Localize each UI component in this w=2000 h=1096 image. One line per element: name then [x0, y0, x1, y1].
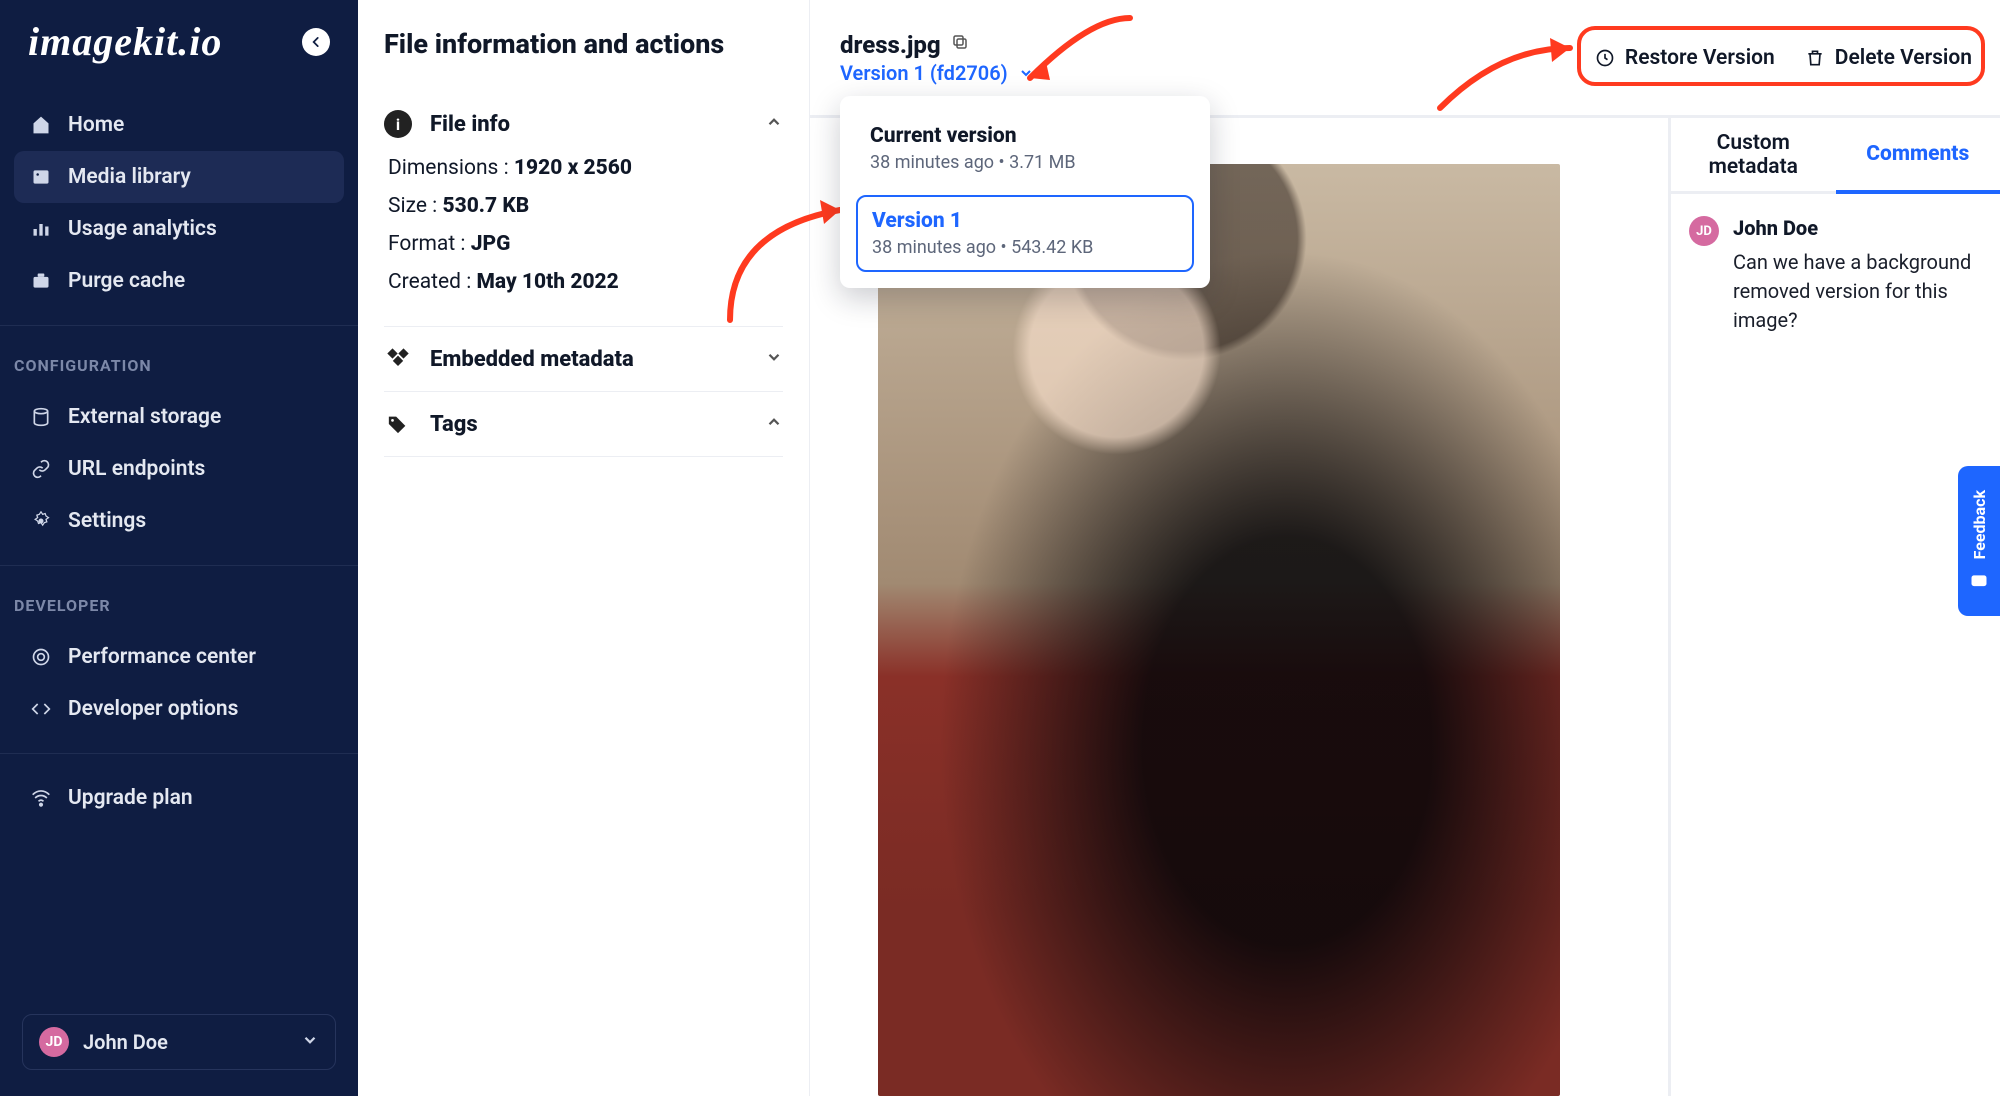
- chat-icon: [1969, 572, 1989, 592]
- section-label: Tags: [430, 412, 747, 437]
- dimensions-row: Dimensions : 1920 x 2560: [388, 156, 783, 180]
- chevron-up-icon: [765, 113, 783, 135]
- chevron-down-icon: [1018, 65, 1034, 81]
- panel-title: File information and actions: [384, 28, 783, 60]
- briefcase-icon: [30, 270, 52, 292]
- storage-icon: [30, 406, 52, 428]
- right-panel: Custom metadata Comments JD John Doe Can…: [1668, 118, 2000, 1096]
- restore-version-button[interactable]: Restore Version: [1595, 46, 1775, 70]
- user-name: John Doe: [83, 1030, 287, 1054]
- metadata-icon: [384, 345, 412, 373]
- collapse-sidebar-button[interactable]: [302, 28, 330, 56]
- version-link-label: Version 1 (fd2706): [840, 61, 1008, 85]
- section-heading-configuration: CONFIGURATION: [0, 336, 358, 383]
- sidebar-item-external-storage[interactable]: External storage: [14, 391, 344, 443]
- action-label: Restore Version: [1625, 46, 1775, 70]
- copy-icon[interactable]: [951, 33, 969, 56]
- section-tags-toggle[interactable]: Tags: [384, 410, 783, 438]
- history-icon: [1595, 48, 1615, 68]
- image-preview[interactable]: [878, 164, 1560, 1096]
- avatar: JD: [1689, 216, 1719, 246]
- chart-icon: [30, 218, 52, 240]
- version-dropdown-trigger[interactable]: Version 1 (fd2706): [840, 61, 1034, 85]
- sidebar-item-label: Performance center: [68, 645, 256, 669]
- sidebar-item-performance[interactable]: Performance center: [14, 631, 344, 683]
- delete-icon: [1805, 48, 1825, 68]
- code-icon: [30, 698, 52, 720]
- size-row: Size : 530.7 KB: [388, 194, 783, 218]
- sidebar-item-label: Home: [68, 113, 124, 137]
- comment-item[interactable]: JD John Doe Can we have a background rem…: [1671, 194, 2000, 357]
- section-file-info-toggle[interactable]: i File info: [384, 110, 783, 138]
- chevron-down-icon: [301, 1031, 319, 1053]
- topbar: dress.jpg Version 1 (fd2706) Restore Ver…: [810, 0, 2000, 118]
- sidebar-item-label: Upgrade plan: [68, 786, 193, 810]
- delete-version-button[interactable]: Delete Version: [1805, 46, 1972, 70]
- sidebar-item-purge-cache[interactable]: Purge cache: [14, 255, 344, 307]
- chevron-up-icon: [765, 413, 783, 435]
- sidebar: imagekit.io Home Media library Usage ana…: [0, 0, 358, 1096]
- gear-icon: [30, 510, 52, 532]
- tab-label: Comments: [1866, 142, 1969, 166]
- sidebar-item-label: External storage: [68, 405, 221, 429]
- wifi-icon: [30, 787, 52, 809]
- version-subtitle: 38 minutes ago • 3.71 MB: [870, 152, 1180, 173]
- tab-label: Custom metadata: [1688, 131, 1818, 179]
- image-icon: [30, 166, 52, 188]
- section-label: Embedded metadata: [430, 347, 747, 372]
- sidebar-item-label: URL endpoints: [68, 457, 205, 481]
- section-label: File info: [430, 112, 747, 137]
- topbar-actions: Restore Version Delete Version: [1595, 46, 1972, 70]
- feedback-tab[interactable]: Feedback: [1958, 466, 2000, 616]
- section-heading-developer: DEVELOPER: [0, 576, 358, 623]
- target-icon: [30, 646, 52, 668]
- sidebar-item-label: Media library: [68, 165, 191, 189]
- sidebar-item-label: Developer options: [68, 697, 238, 721]
- version-item-current[interactable]: Current version 38 minutes ago • 3.71 MB: [856, 112, 1194, 185]
- sidebar-item-label: Usage analytics: [68, 217, 217, 241]
- tab-comments[interactable]: Comments: [1836, 118, 2000, 194]
- version-title: Version 1: [872, 209, 1178, 233]
- sidebar-item-upgrade[interactable]: Upgrade plan: [14, 772, 344, 824]
- comment-text: Can we have a background removed version…: [1733, 248, 1982, 335]
- action-label: Delete Version: [1835, 46, 1972, 70]
- format-row: Format : JPG: [388, 232, 783, 256]
- brand-logo: imagekit.io: [28, 18, 222, 65]
- avatar: JD: [39, 1027, 69, 1057]
- sidebar-item-label: Purge cache: [68, 269, 185, 293]
- tag-icon: [384, 410, 412, 438]
- home-icon: [30, 114, 52, 136]
- sidebar-item-usage-analytics[interactable]: Usage analytics: [14, 203, 344, 255]
- comment-author: John Doe: [1733, 216, 1982, 240]
- section-embedded-metadata-toggle[interactable]: Embedded metadata: [384, 345, 783, 373]
- file-name: dress.jpg: [840, 31, 941, 59]
- arrow-left-icon: [309, 35, 323, 49]
- user-menu[interactable]: JD John Doe: [22, 1014, 336, 1070]
- main-area: dress.jpg Version 1 (fd2706) Restore Ver…: [810, 0, 2000, 1096]
- tab-custom-metadata[interactable]: Custom metadata: [1671, 118, 1836, 191]
- link-icon: [30, 458, 52, 480]
- version-subtitle: 38 minutes ago • 543.42 KB: [872, 237, 1178, 258]
- sidebar-item-developer-options[interactable]: Developer options: [14, 683, 344, 735]
- chevron-down-icon: [765, 348, 783, 370]
- version-dropdown: Current version 38 minutes ago • 3.71 MB…: [840, 96, 1210, 288]
- created-row: Created : May 10th 2022: [388, 270, 783, 294]
- version-item-v1[interactable]: Version 1 38 minutes ago • 543.42 KB: [856, 195, 1194, 272]
- sidebar-item-settings[interactable]: Settings: [14, 495, 344, 547]
- sidebar-item-home[interactable]: Home: [14, 99, 344, 151]
- sidebar-item-media-library[interactable]: Media library: [14, 151, 344, 203]
- sidebar-item-label: Settings: [68, 509, 146, 533]
- sidebar-item-url-endpoints[interactable]: URL endpoints: [14, 443, 344, 495]
- version-title: Current version: [870, 124, 1180, 148]
- info-icon: i: [384, 110, 412, 138]
- file-info-panel: File information and actions i File info…: [358, 0, 810, 1096]
- feedback-label: Feedback: [1970, 490, 1989, 559]
